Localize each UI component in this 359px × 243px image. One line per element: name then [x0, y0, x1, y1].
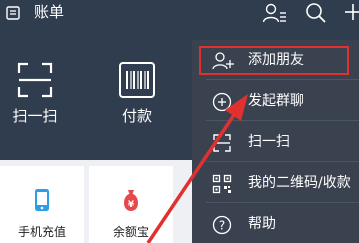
- bill-title[interactable]: 账单: [34, 2, 64, 22]
- menu-item-qr-code[interactable]: 我的二维码/收款: [192, 167, 359, 200]
- menu-label: 扫一扫: [248, 134, 290, 150]
- scan-icon: [17, 62, 53, 98]
- scan-icon: [213, 134, 231, 152]
- menu-item-help[interactable]: ? 帮助: [192, 208, 359, 241]
- bill-icon[interactable]: [6, 5, 20, 20]
- scan-action[interactable]: 扫一扫: [0, 55, 70, 135]
- qr-code-icon: [212, 174, 232, 194]
- phone-icon: [35, 189, 49, 211]
- add-friend-highlight: [199, 46, 349, 75]
- menu-item-scan[interactable]: 扫一扫: [192, 126, 359, 159]
- menu-divider: [206, 120, 359, 121]
- pay-label: 付款: [121, 107, 152, 125]
- grid-label: 余额宝: [112, 225, 149, 239]
- group-chat-icon: [212, 92, 232, 112]
- menu-label: 我的二维码/收款: [248, 175, 351, 191]
- pay-action[interactable]: 付款: [102, 55, 172, 135]
- menu-divider: [206, 202, 359, 203]
- menu-divider: [206, 161, 359, 162]
- menu-item-group-chat[interactable]: 发起群聊: [192, 85, 359, 118]
- menu-label: 发起群聊: [248, 93, 304, 109]
- svg-text:¥: ¥: [128, 200, 135, 210]
- scan-label: 扫一扫: [12, 107, 58, 125]
- menu-label: 帮助: [248, 216, 276, 232]
- grid-item-phone-recharge[interactable]: 手机充值: [0, 166, 84, 243]
- help-icon: ?: [212, 215, 232, 235]
- grid-item-yuebao[interactable]: ¥ 余额宝: [89, 166, 173, 243]
- svg-text:?: ?: [219, 219, 225, 233]
- barcode-icon: [119, 62, 155, 98]
- grid-label: 手机充值: [17, 225, 66, 239]
- plus-icon[interactable]: [344, 3, 359, 21]
- menu-divider: [206, 79, 359, 80]
- contacts-icon[interactable]: [262, 2, 288, 24]
- money-bag-icon: ¥: [123, 190, 139, 211]
- search-icon[interactable]: [305, 2, 327, 24]
- header-bar: 账单: [0, 0, 359, 28]
